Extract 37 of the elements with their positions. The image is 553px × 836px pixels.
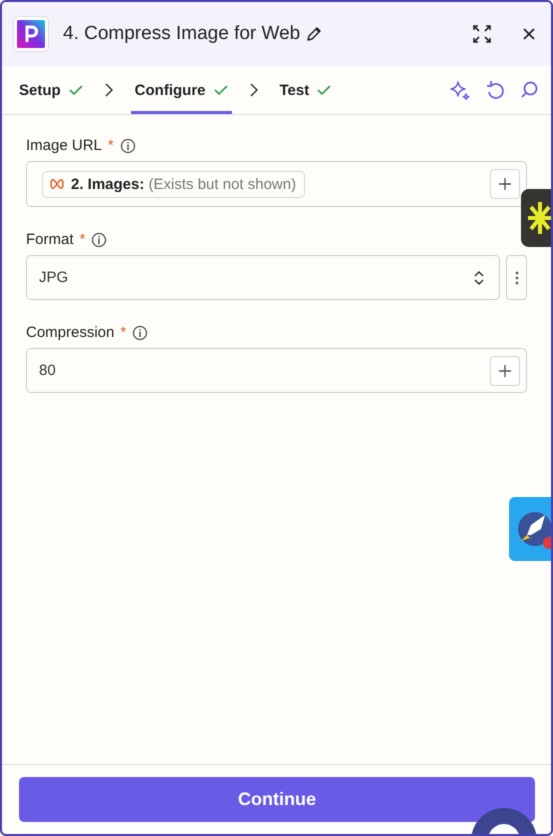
assistant-widget[interactable]: [521, 189, 551, 247]
pencil-icon[interactable]: [306, 26, 322, 42]
step-tab[interactable]: Setup: [15, 66, 87, 114]
field-label: Compression: [26, 324, 114, 341]
extension-widget[interactable]: [509, 497, 551, 561]
chevron-right-icon: [250, 83, 258, 97]
format-select[interactable]: JPG: [26, 255, 500, 300]
image-url-field[interactable]: 2. Images: (Exists but not shown): [26, 161, 527, 207]
chevron-up-down-icon: [473, 270, 485, 286]
continue-button[interactable]: Continue: [19, 777, 535, 822]
plus-icon: [498, 177, 512, 191]
plus-icon: [498, 364, 512, 378]
sparkle-icon: [450, 80, 470, 100]
compression-field[interactable]: 80: [26, 348, 527, 393]
insert-data-button[interactable]: [490, 169, 520, 199]
required-mark: *: [120, 324, 126, 341]
undo-icon: [486, 80, 504, 100]
app-logo-icon: [13, 16, 49, 52]
expand-icon: [473, 25, 491, 43]
step-tab[interactable]: Test: [276, 66, 336, 114]
info-icon: [132, 324, 148, 340]
vertical-dots-icon: [514, 270, 518, 284]
mapped-data-pill[interactable]: 2. Images: (Exists but not shown): [42, 170, 306, 198]
asterisk-icon: [527, 201, 551, 235]
insert-data-button[interactable]: [490, 356, 520, 386]
required-mark: *: [108, 137, 114, 154]
chevron-right-icon: [104, 83, 113, 97]
infinity-icon: [49, 178, 65, 190]
search-icon: [520, 81, 538, 99]
info-icon: [91, 232, 108, 248]
step-tab[interactable]: Configure: [130, 66, 232, 114]
close-icon: [523, 28, 535, 40]
field-label: Format: [26, 231, 74, 248]
required-mark: *: [80, 231, 86, 248]
step-title: 4. Compress Image for Web: [63, 23, 300, 45]
info-icon: [120, 138, 136, 154]
field-label: Image URL: [26, 137, 102, 154]
